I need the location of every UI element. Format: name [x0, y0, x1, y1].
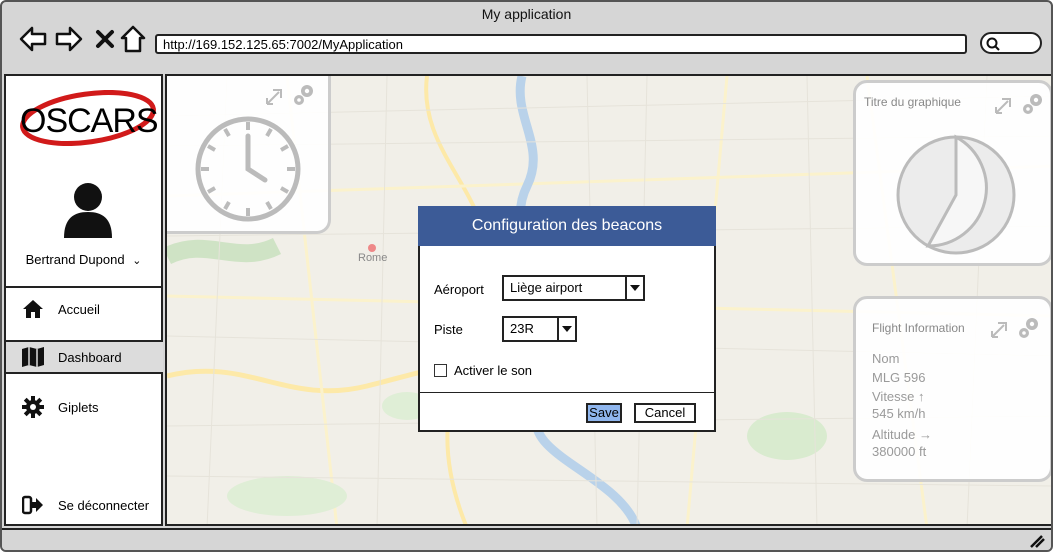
chart-widget-title: Titre du graphique — [864, 95, 961, 109]
map-city-label: Rome — [358, 252, 388, 264]
piste-value: 23R — [510, 321, 534, 336]
sidebar-item-accueil[interactable]: Accueil — [6, 292, 163, 326]
sidebar-item-label: Accueil — [58, 301, 100, 317]
pie-chart — [896, 134, 1016, 255]
sidebar-item-giplets[interactable]: Giplets — [6, 390, 163, 424]
chevron-down-icon: ⌄ — [132, 255, 142, 267]
chart-settings-icon[interactable] — [992, 91, 1048, 117]
application-window: My application http://169.152.125.65:700… — [0, 0, 1053, 552]
dropdown-arrow-icon — [625, 277, 643, 299]
flight-vitesse-value: 545 km/h — [872, 406, 926, 421]
flight-nom-label: Nom — [872, 351, 900, 366]
aeroport-value: Liège airport — [510, 280, 583, 295]
cancel-button[interactable]: Cancel — [634, 403, 696, 423]
dropdown-arrow-icon — [557, 318, 575, 340]
search-box[interactable] — [980, 32, 1042, 54]
gear-icon — [20, 396, 46, 418]
user-avatar-icon — [64, 183, 112, 238]
logout-label: Se déconnecter — [58, 497, 150, 513]
dialog-title: Configuration des beacons — [418, 206, 716, 246]
logout-icon — [20, 494, 46, 516]
sound-checkbox[interactable] — [434, 364, 447, 377]
sound-label: Activer le son — [454, 363, 533, 378]
home-icon — [20, 298, 46, 320]
forward-arrow-icon[interactable] — [54, 24, 84, 54]
flight-info-widget: Flight Information Nom MLG 596 Vitesse ↑… — [853, 296, 1051, 482]
resize-grip-icon[interactable] — [1029, 534, 1045, 548]
clock-icon — [195, 116, 301, 222]
sidebar-item-label: Giplets — [58, 399, 99, 415]
flight-settings-icon[interactable] — [988, 315, 1044, 341]
window-title: My application — [481, 6, 572, 22]
aeroport-label: Aéroport — [434, 282, 484, 297]
sidebar-item-label: Dashboard — [58, 349, 122, 365]
dialog-footer-divider — [420, 392, 714, 393]
flight-altitude-label: Altitude → — [872, 427, 932, 442]
flight-nom-value: MLG 596 — [872, 370, 926, 385]
status-bar — [2, 528, 1051, 550]
search-icon — [986, 37, 1000, 51]
url-bar[interactable]: http://169.152.125.65:7002/MyApplication — [155, 34, 967, 54]
sidebar: OSCARS Bertrand Dupond ⌄ Accueil Dashboa… — [4, 74, 163, 526]
oscars-logo: OSCARS — [18, 90, 159, 146]
save-button[interactable]: Save — [586, 403, 622, 423]
close-icon[interactable] — [90, 24, 120, 54]
flight-altitude-value: 380000 ft — [872, 444, 927, 459]
beacon-config-dialog: Configuration des beacons Aéroport Liège… — [418, 206, 716, 432]
logo-text: OSCARS — [20, 102, 159, 140]
user-name: Bertrand Dupond — [25, 252, 125, 267]
logout-button[interactable]: Se déconnecter — [6, 488, 163, 522]
arrow-right-icon: → — [919, 427, 932, 442]
home-nav-icon[interactable] — [118, 24, 148, 54]
piste-label: Piste — [434, 322, 463, 337]
clock-widget — [167, 76, 331, 234]
piste-select[interactable]: 23R — [502, 316, 577, 342]
chart-widget: Titre du graphique — [853, 80, 1051, 266]
map-icon — [20, 346, 46, 368]
flight-vitesse-label: Vitesse ↑ — [872, 389, 925, 404]
back-arrow-icon[interactable] — [18, 24, 48, 54]
arrow-up-icon: ↑ — [918, 389, 925, 404]
flight-widget-title: Flight Information — [872, 321, 965, 335]
aeroport-select[interactable]: Liège airport — [502, 275, 645, 301]
sidebar-divider — [6, 286, 161, 288]
user-menu[interactable]: Bertrand Dupond ⌄ — [6, 252, 161, 267]
expand-icon[interactable] — [263, 82, 319, 108]
sidebar-item-dashboard[interactable]: Dashboard — [6, 340, 163, 374]
